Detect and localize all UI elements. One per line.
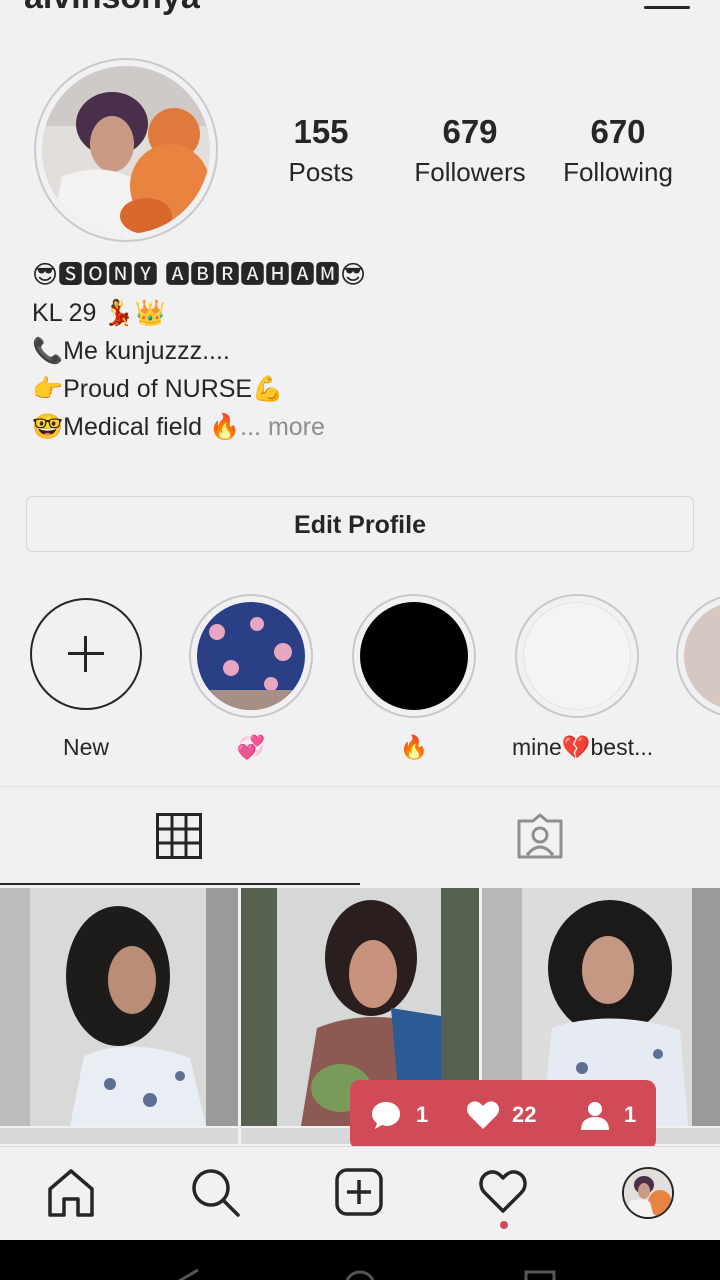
posts-count: 155 — [293, 113, 349, 150]
profile-avatar[interactable] — [34, 58, 218, 242]
following-count: 670 — [590, 113, 646, 150]
following-stat[interactable]: 670 Following — [543, 112, 693, 192]
followers-stat[interactable]: 679 Followers — [395, 112, 545, 192]
highlight-label: mine💔best... — [512, 734, 654, 760]
heart-icon[interactable] — [476, 1165, 530, 1219]
posts-stat[interactable]: 155 Posts — [246, 112, 396, 192]
comment-count-value: 1 — [416, 1102, 429, 1127]
bio-line-2: KL 29 💃👑 — [32, 299, 166, 327]
bio-line-3: 📞Me kunjuzzz.... — [32, 337, 230, 365]
person-icon — [581, 1102, 609, 1130]
highlight-image — [684, 602, 720, 710]
highlight-cover — [189, 594, 313, 718]
like-count: 22 — [466, 1080, 546, 1150]
home-icon[interactable] — [44, 1165, 98, 1219]
search-icon[interactable] — [188, 1165, 242, 1219]
system-navigation-bar — [0, 1240, 720, 1280]
following-label: Following — [563, 157, 673, 187]
photo-thumbnail[interactable] — [0, 1128, 238, 1144]
posts-label: Posts — [288, 157, 354, 187]
profile-tabs — [0, 786, 720, 886]
plus-icon — [68, 636, 104, 672]
bio-more-link[interactable]: ... more — [240, 413, 325, 441]
like-count-value: 22 — [512, 1102, 537, 1127]
tab-tagged[interactable] — [360, 787, 720, 885]
new-highlight-circle — [30, 598, 142, 710]
menu-icon[interactable] — [644, 0, 690, 10]
profile-username: alvinsonya — [24, 0, 200, 17]
highlight-label: 🔥 — [399, 734, 429, 760]
followers-label: Followers — [414, 157, 526, 187]
highlight-image — [523, 602, 631, 710]
edit-profile-button[interactable]: Edit Profile — [26, 496, 694, 552]
highlight-item[interactable]: mine💔best... — [512, 594, 654, 761]
bio-name-line: 😎🆂🅾🅽🆈 🅰🅱🆁🅰🅷🅰🅼😎 — [32, 261, 367, 289]
highlight-item[interactable]: 🔥 — [349, 594, 479, 761]
tab-grid[interactable] — [0, 787, 360, 885]
highlight-label: New — [62, 734, 109, 760]
highlight-cover — [515, 594, 639, 718]
tagged-photos-icon — [517, 813, 563, 859]
comment-count: 1 — [370, 1080, 440, 1150]
followers-count: 679 — [442, 113, 498, 150]
comment-icon — [372, 1102, 400, 1129]
bio-line-5-text: 🤓Medical field 🔥 — [32, 413, 241, 441]
activity-notification[interactable]: 1 22 1 — [350, 1080, 656, 1164]
add-post-icon[interactable] — [332, 1165, 386, 1219]
profile-bio: 😎🆂🅾🅽🆈 🅰🅱🆁🅰🅷🅰🅼😎 KL 29 💃👑 📞Me kunjuzzz....… — [32, 256, 692, 446]
profile-tab-avatar[interactable] — [622, 1167, 674, 1219]
highlight-item[interactable] — [676, 594, 720, 718]
highlight-image — [197, 602, 305, 710]
activity-indicator-dot — [500, 1221, 508, 1229]
top-bar: alvinsonya — [0, 0, 720, 20]
heart-icon — [467, 1101, 499, 1129]
highlight-cover — [352, 594, 476, 718]
grid-icon — [156, 813, 202, 859]
avatar-image — [42, 66, 210, 234]
photo-thumbnail[interactable] — [0, 888, 238, 1126]
back-icon[interactable] — [168, 1268, 204, 1280]
follow-count: 1 — [580, 1080, 650, 1150]
highlight-item[interactable]: 💞 — [186, 594, 316, 761]
recents-icon[interactable] — [522, 1268, 558, 1280]
follow-count-value: 1 — [624, 1102, 637, 1127]
home-button-icon[interactable] — [342, 1268, 378, 1280]
bio-line-4: 👉Proud of NURSE💪 — [32, 375, 284, 403]
highlight-image — [360, 602, 468, 710]
bio-line-5: 🤓Medical field 🔥... more — [32, 408, 692, 446]
bottom-navigation — [0, 1146, 720, 1240]
highlight-cover — [676, 594, 720, 718]
highlight-new[interactable]: New — [21, 594, 151, 761]
highlight-label: 💞 — [236, 734, 266, 760]
